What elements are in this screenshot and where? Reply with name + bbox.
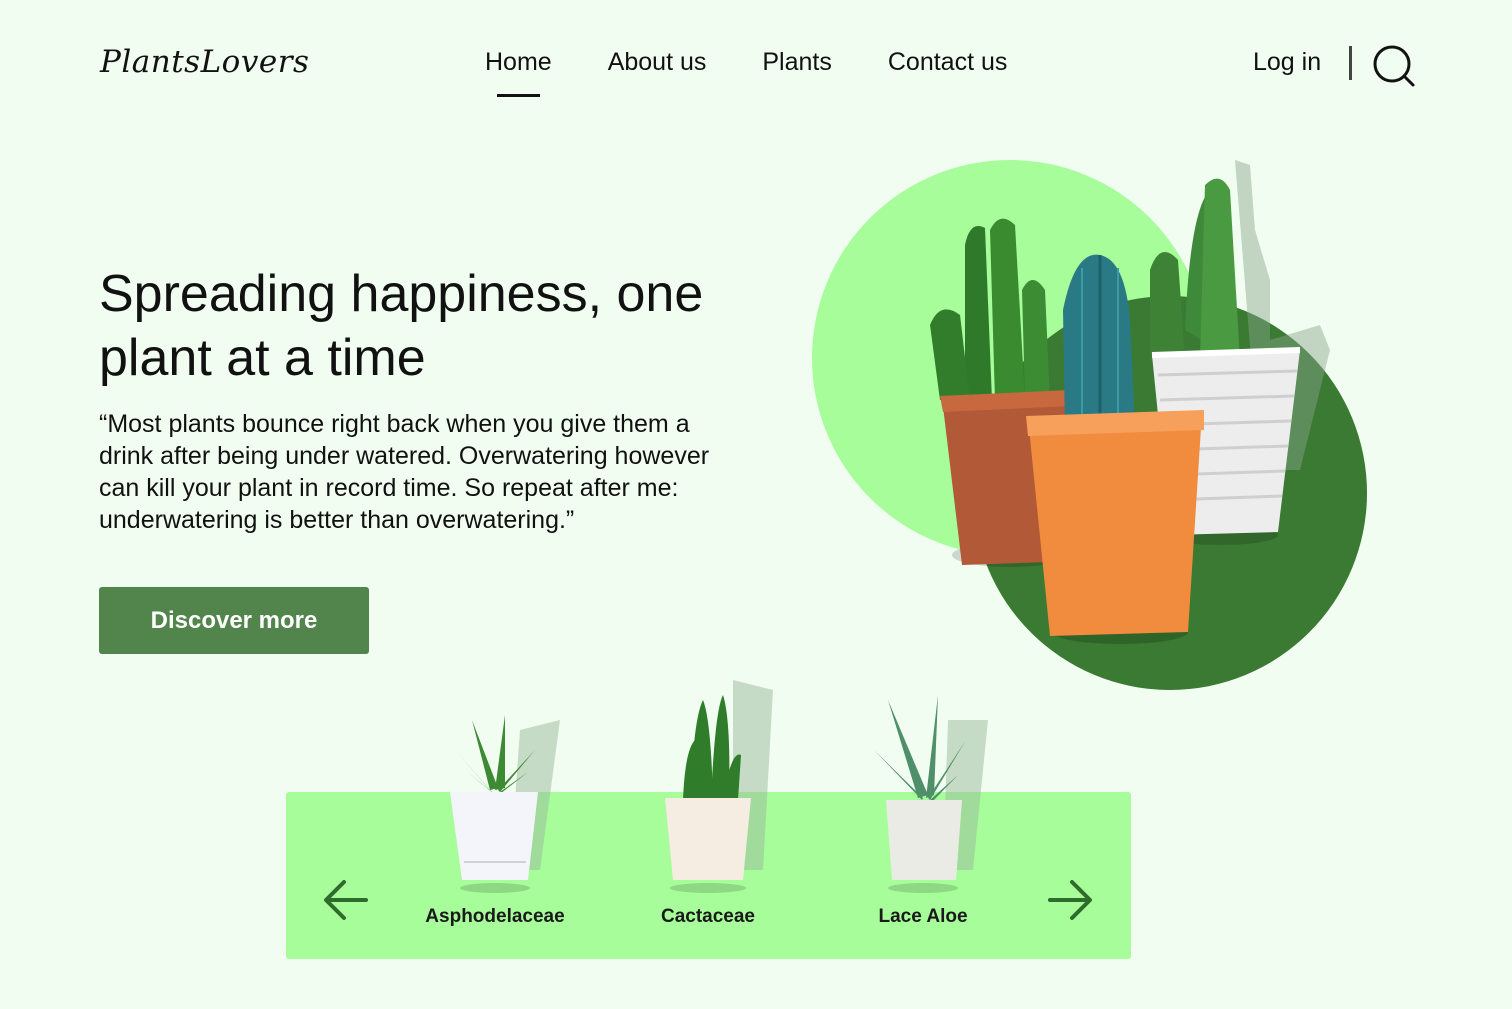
- nav-item-home[interactable]: Home: [485, 48, 552, 97]
- arrow-left-icon[interactable]: [322, 878, 370, 922]
- hero-illustration: [800, 150, 1400, 710]
- discover-more-button[interactable]: Discover more: [99, 587, 369, 654]
- plant-card-label: Cactaceae: [660, 906, 756, 927]
- plant-image: [450, 715, 560, 893]
- nav-item-about-us[interactable]: About us: [608, 48, 707, 77]
- hero-quote: “Most plants bounce right back when you …: [99, 410, 710, 534]
- nav-item-contact-us[interactable]: Contact us: [888, 48, 1008, 77]
- plant-card-asphodelaceae[interactable]: Asphodelaceae: [410, 680, 580, 935]
- plant-image: [665, 680, 773, 893]
- plant-card-label: Asphodelaceae: [425, 906, 565, 927]
- hero-title: Spreading happiness, one plant at a time: [99, 265, 704, 387]
- plant-image: [874, 695, 988, 893]
- plant-card-label: Lace Aloe: [878, 906, 968, 927]
- plant-card-cactaceae[interactable]: Cactaceae: [623, 680, 793, 935]
- header-divider: [1349, 46, 1352, 80]
- plant-card-lace-aloe[interactable]: Lace Aloe: [838, 680, 1008, 935]
- login-link[interactable]: Log in: [1253, 48, 1321, 77]
- main-nav: Home About us Plants Contact us: [485, 48, 1008, 97]
- search-icon[interactable]: [1372, 44, 1416, 88]
- arrow-right-icon[interactable]: [1046, 878, 1094, 922]
- nav-item-plants[interactable]: Plants: [762, 48, 831, 77]
- logo[interactable]: PlantsLovers: [100, 44, 309, 80]
